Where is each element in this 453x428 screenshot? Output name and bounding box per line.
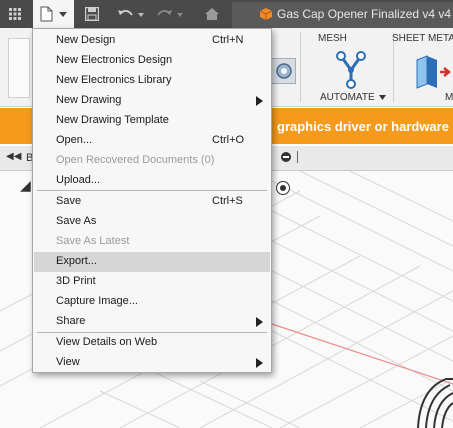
menu-item-label: Save As <box>56 215 97 227</box>
ribbon-divider <box>300 32 301 102</box>
menu-item-label: View Details on Web <box>56 336 158 348</box>
menu-item-new-electronics-design[interactable]: New Electronics Design <box>34 51 270 71</box>
design-cube-icon <box>259 8 273 20</box>
panel-divider <box>297 151 298 163</box>
menu-item-open-recovered-documents: Open Recovered Documents (0) <box>34 151 270 171</box>
file-menu-button[interactable] <box>33 0 74 28</box>
ribbon-partial-label: M <box>445 92 453 103</box>
automate-label[interactable]: AUTOMATE <box>320 92 375 103</box>
home-icon[interactable] <box>203 5 221 23</box>
submenu-arrow-icon <box>256 358 263 368</box>
menu-item-label: Open Recovered Documents (0) <box>56 154 215 166</box>
menu-item-label: Capture Image... <box>56 295 138 307</box>
menu-item-label: 3D Print <box>56 275 96 287</box>
minimize-panel-icon[interactable] <box>281 152 291 162</box>
menu-separator <box>37 190 267 191</box>
shortcut-label: Ctrl+N <box>212 34 244 46</box>
menu-item-label: Upload... <box>56 174 101 186</box>
menu-item-open[interactable]: Open... Ctrl+O <box>34 131 270 151</box>
file-dropdown-menu: New Design Ctrl+N New Electronics Design… <box>32 28 272 373</box>
menu-item-capture-image[interactable]: Capture Image... <box>34 292 270 312</box>
workspace-selector[interactable] <box>8 38 30 98</box>
menu-item-3d-print[interactable]: 3D Print <box>34 272 270 292</box>
chevron-down-icon[interactable] <box>379 95 386 100</box>
menu-item-label: Export... <box>56 255 97 267</box>
file-icon <box>40 6 53 22</box>
save-icon[interactable] <box>84 5 100 23</box>
sheet-metal-label: SHEET METAL <box>392 33 453 44</box>
warning-text: graphics driver or hardware <box>277 119 449 134</box>
radio-toggle-icon[interactable] <box>276 181 290 195</box>
shortcut-label: Ctrl+S <box>212 195 243 207</box>
menu-item-label: Save As Latest <box>56 235 130 247</box>
menu-item-label: Share <box>56 315 86 327</box>
flange-tool-icon[interactable] <box>413 52 453 92</box>
menu-item-save-as[interactable]: Save As <box>34 212 270 232</box>
menu-item-label: New Drawing Template <box>56 114 169 126</box>
menu-item-label: New Design <box>56 34 116 46</box>
inspect-tool-icon[interactable] <box>270 58 296 84</box>
app-grid-icon[interactable] <box>6 5 24 23</box>
application-toolbar: Gas Cap Opener Finalized v4 v4 <box>0 0 453 28</box>
menu-item-new-drawing[interactable]: New Drawing <box>34 91 270 111</box>
menu-item-save-as-latest: Save As Latest <box>34 232 270 252</box>
model-part <box>417 378 453 428</box>
menu-item-label: Open... <box>56 134 93 146</box>
shortcut-label: Ctrl+O <box>212 134 245 146</box>
menu-item-label: New Drawing <box>56 94 122 106</box>
menu-item-new-drawing-template[interactable]: New Drawing Template <box>34 111 270 131</box>
redo-icon[interactable] <box>154 5 186 23</box>
menu-item-view[interactable]: View <box>34 353 270 373</box>
collapse-panel-icon[interactable]: ◀◀ <box>6 151 21 162</box>
menu-item-upload[interactable]: Upload... <box>34 171 270 191</box>
menu-item-save[interactable]: Save Ctrl+S <box>34 192 270 212</box>
menu-item-new-electronics-library[interactable]: New Electronics Library <box>34 71 270 91</box>
menu-item-export[interactable]: Export... <box>34 252 270 272</box>
menu-item-view-details-on-web[interactable]: View Details on Web <box>34 333 270 353</box>
menu-item-label: View <box>56 356 80 368</box>
automate-icon[interactable] <box>333 50 369 90</box>
menu-item-label: Save <box>56 195 82 207</box>
menu-item-share[interactable]: Share <box>34 312 270 332</box>
menu-item-new-design[interactable]: New Design Ctrl+N <box>34 31 270 51</box>
undo-icon[interactable] <box>116 5 146 23</box>
menu-item-label: New Electronics Design <box>56 54 173 66</box>
document-title: Gas Cap Opener Finalized v4 v4 <box>277 7 452 21</box>
submenu-arrow-icon <box>256 96 263 106</box>
menu-item-label: New Electronics Library <box>56 74 172 86</box>
chevron-down-icon <box>59 12 67 17</box>
mesh-label: MESH <box>318 33 347 44</box>
origin-triangle-icon: ◢ <box>20 177 31 193</box>
submenu-arrow-icon <box>256 317 263 327</box>
